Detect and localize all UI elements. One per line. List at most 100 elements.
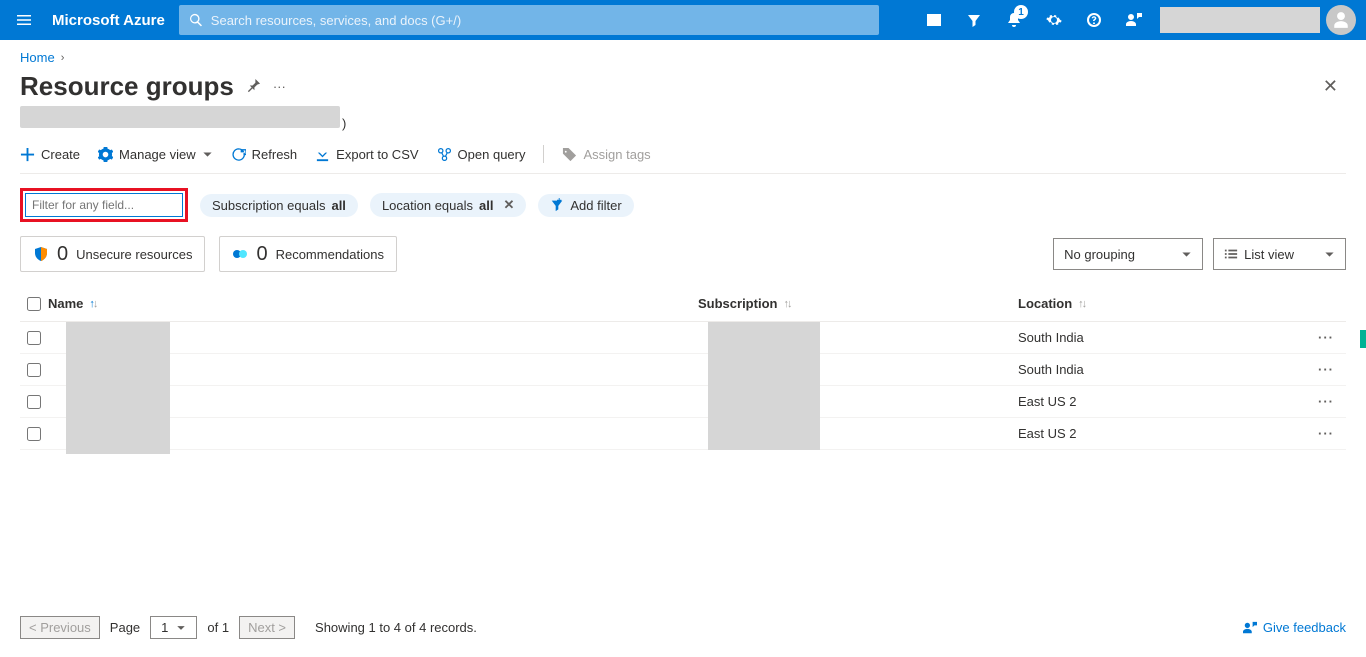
global-search-input[interactable] (211, 13, 869, 28)
table-row[interactable]: South India ··· (20, 354, 1346, 386)
advisor-icon (232, 246, 248, 262)
name-column-header[interactable]: Name ↑↓ (48, 296, 698, 311)
location-filter-pill[interactable]: Location equals all ✕ (370, 193, 526, 217)
assign-tags-label: Assign tags (583, 147, 650, 162)
open-query-button[interactable]: Open query (437, 147, 526, 162)
give-feedback-button[interactable]: Give feedback (1243, 620, 1346, 635)
grouping-dropdown[interactable]: No grouping (1053, 238, 1203, 270)
refresh-button[interactable]: Refresh (231, 147, 298, 162)
export-csv-label: Export to CSV (336, 147, 418, 162)
location-filter-value: all (479, 198, 493, 213)
row-checkbox[interactable] (27, 363, 41, 377)
user-avatar[interactable] (1326, 5, 1356, 35)
notification-badge: 1 (1014, 5, 1028, 19)
settings-button[interactable] (1034, 0, 1074, 40)
row-actions-button[interactable]: ··· (1318, 426, 1346, 441)
page-select[interactable]: 1 (150, 616, 197, 639)
row-actions-button[interactable]: ··· (1318, 330, 1346, 345)
filter-input[interactable] (25, 193, 183, 217)
manage-view-label: Manage view (119, 147, 196, 162)
pagination-bar: < Previous Page 1 of 1 Next > Showing 1 … (20, 616, 1346, 639)
command-bar: Create Manage view Refresh Export to CSV… (20, 145, 1346, 174)
select-all-checkbox[interactable] (27, 297, 41, 311)
cloud-shell-button[interactable] (914, 0, 954, 40)
breadcrumb: Home › (20, 50, 1346, 65)
subscription-filter-value: all (331, 198, 345, 213)
more-button[interactable]: ··· (273, 79, 286, 94)
close-button[interactable]: ✕ (1323, 76, 1338, 97)
help-button[interactable] (1074, 0, 1114, 40)
view-controls: No grouping List view (1053, 238, 1346, 270)
subscription-column-header[interactable]: Subscription ↑↓ (698, 296, 1018, 311)
subscription-header-label: Subscription (698, 296, 777, 311)
help-icon (1086, 12, 1102, 28)
manage-view-button[interactable]: Manage view (98, 147, 213, 162)
top-icon-group: 1 (914, 0, 1366, 40)
filter-icon (966, 12, 982, 28)
name-header-label: Name (48, 296, 83, 311)
subscription-name-mask (20, 106, 340, 128)
location-column-header[interactable]: Location ↑↓ (1018, 296, 1318, 311)
plus-icon (20, 147, 35, 162)
sort-icon: ↑↓ (783, 298, 790, 310)
feedback-button[interactable] (1114, 0, 1154, 40)
subscription-paren: ) (342, 116, 346, 131)
title-row: Resource groups ··· (20, 71, 1346, 102)
row-checkbox[interactable] (27, 395, 41, 409)
directory-button[interactable] (954, 0, 994, 40)
row-indicator (1360, 330, 1366, 348)
chevron-right-icon: › (61, 52, 65, 64)
tag-icon (562, 147, 577, 162)
sort-icon: ↑↓ (89, 298, 96, 310)
add-filter-label: Add filter (570, 198, 621, 213)
table-row[interactable]: East US 2 ··· (20, 386, 1346, 418)
name-column-mask (66, 322, 170, 454)
account-email-mask (1160, 7, 1320, 33)
brand-label: Microsoft Azure (48, 12, 179, 29)
row-checkbox[interactable] (27, 331, 41, 345)
shield-icon (33, 246, 49, 262)
menu-button[interactable] (0, 0, 48, 40)
table-row[interactable]: South India ··· (20, 322, 1346, 354)
chevron-down-icon (176, 623, 186, 633)
next-page-button: Next > (239, 616, 295, 639)
breadcrumb-home[interactable]: Home (20, 50, 55, 65)
person-feedback-icon (1126, 12, 1142, 28)
notifications-button[interactable]: 1 (994, 0, 1034, 40)
pin-button[interactable] (246, 78, 261, 96)
feedback-label: Give feedback (1263, 620, 1346, 635)
recommendations-card[interactable]: 0 Recommendations (219, 236, 397, 272)
create-button[interactable]: Create (20, 147, 80, 162)
recommendations-count: 0 (256, 243, 267, 266)
view-mode-dropdown[interactable]: List view (1213, 238, 1346, 270)
global-search[interactable] (179, 5, 879, 35)
cloud-shell-icon (926, 12, 942, 28)
recommendations-label: Recommendations (276, 247, 384, 262)
page-title: Resource groups (20, 71, 234, 102)
sort-icon: ↑↓ (1078, 298, 1085, 310)
unsecure-count: 0 (57, 243, 68, 266)
page-content: Home › Resource groups ··· ) ✕ Create Ma… (0, 40, 1366, 450)
search-icon (189, 13, 203, 27)
row-location: East US 2 (1018, 394, 1077, 409)
person-icon (1332, 11, 1350, 29)
list-icon (1224, 247, 1238, 261)
location-header-label: Location (1018, 296, 1072, 311)
unsecure-card[interactable]: 0 Unsecure resources (20, 236, 205, 272)
filter-row: Subscription equals all Location equals … (20, 188, 1346, 222)
table-row[interactable]: East US 2 ··· (20, 418, 1346, 450)
row-actions-button[interactable]: ··· (1318, 394, 1346, 409)
row-checkbox[interactable] (27, 427, 41, 441)
export-csv-button[interactable]: Export to CSV (315, 147, 418, 162)
subscription-filter-pill[interactable]: Subscription equals all (200, 194, 358, 217)
location-filter-prefix: Location equals (382, 198, 473, 213)
add-filter-button[interactable]: Add filter (538, 194, 633, 217)
gear-icon (1046, 12, 1062, 28)
add-filter-icon (550, 198, 564, 212)
page-total: of 1 (207, 620, 229, 635)
remove-filter-button[interactable]: ✕ (499, 197, 514, 213)
row-actions-button[interactable]: ··· (1318, 362, 1346, 377)
table-header: Name ↑↓ Subscription ↑↓ Location ↑↓ (20, 286, 1346, 322)
open-query-label: Open query (458, 147, 526, 162)
subscription-filter-prefix: Subscription equals (212, 198, 325, 213)
